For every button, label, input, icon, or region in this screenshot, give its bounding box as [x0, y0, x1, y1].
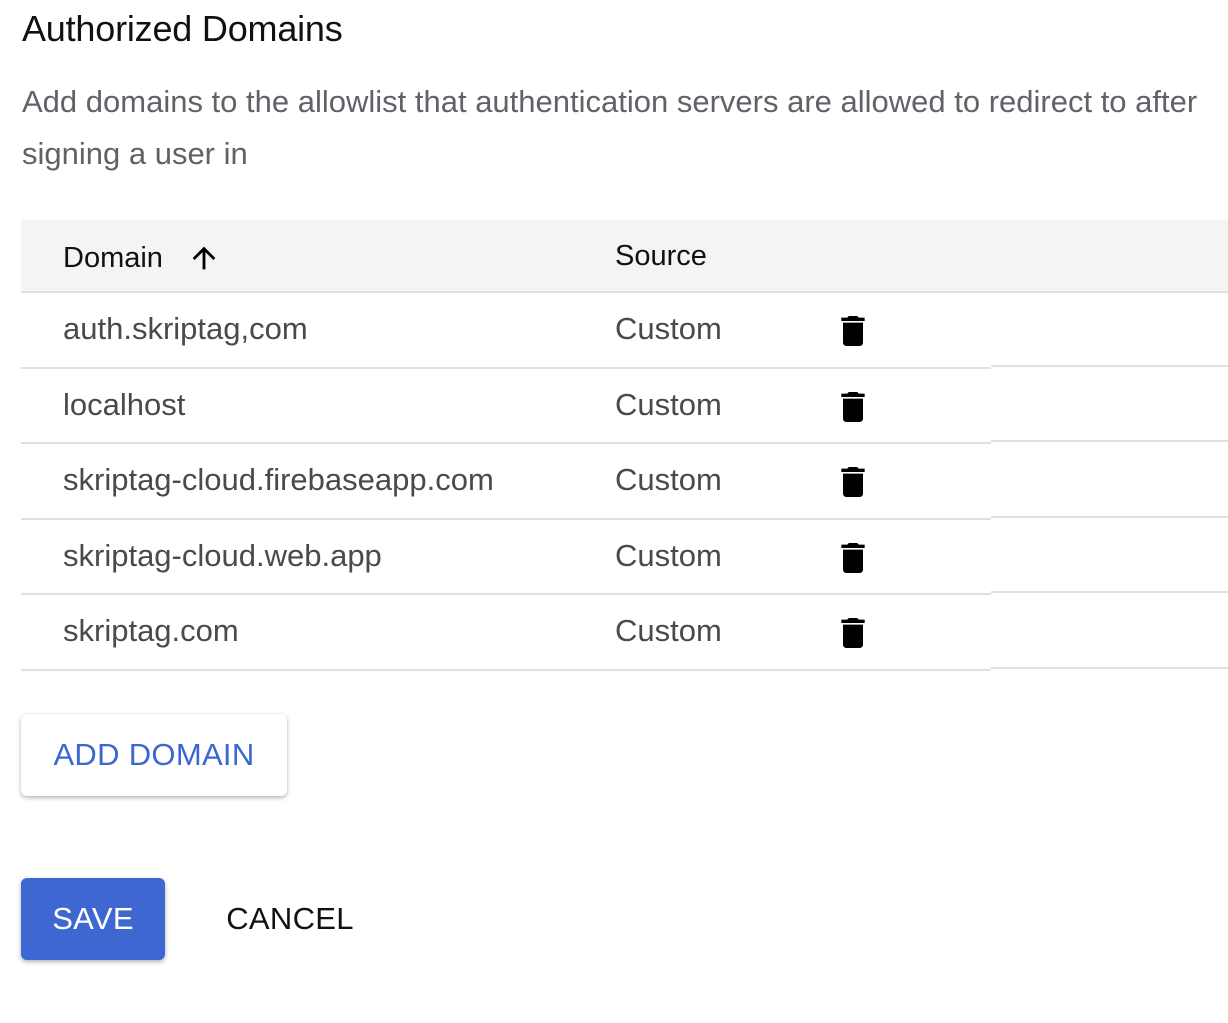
delete-domain-button[interactable] — [833, 311, 873, 351]
domain-cell: localhost — [63, 386, 186, 422]
column-header-source: Source — [615, 240, 707, 273]
source-cell: Custom — [615, 613, 722, 648]
delete-domain-button[interactable] — [833, 538, 873, 578]
delete-domain-button[interactable] — [833, 387, 873, 427]
domains-table: Domain Source auth.skriptag,com Custom l… — [21, 220, 1228, 671]
add-domain-button[interactable]: ADD DOMAIN — [21, 714, 287, 796]
trash-icon — [841, 542, 865, 573]
column-header-domain-label: Domain — [63, 241, 163, 274]
save-button[interactable]: SAVE — [21, 878, 165, 960]
domain-cell: skriptag-cloud.firebaseapp.com — [63, 462, 494, 497]
column-header-source-label: Source — [615, 240, 707, 272]
cancel-button[interactable]: CANCEL — [200, 878, 380, 960]
source-cell: Custom — [615, 386, 722, 422]
trash-icon — [841, 391, 865, 422]
table-row: localhost Custom — [21, 369, 1228, 444]
source-cell: Custom — [615, 311, 722, 346]
trash-icon — [841, 316, 865, 346]
section-description: Add domains to the allowlist that authen… — [22, 84, 1198, 171]
source-cell: Custom — [615, 462, 722, 497]
delete-domain-button[interactable] — [833, 613, 873, 653]
section-title: Authorized Domains — [22, 8, 343, 49]
trash-icon — [841, 467, 865, 497]
column-header-domain[interactable]: Domain — [63, 240, 221, 276]
domain-cell: auth.skriptag,com — [63, 311, 308, 346]
table-row: skriptag-cloud.web.app Custom — [21, 520, 1228, 595]
table-row: skriptag-cloud.firebaseapp.com Custom — [21, 444, 1228, 520]
table-row: auth.skriptag,com Custom — [21, 293, 1228, 369]
source-cell: Custom — [615, 537, 722, 573]
arrow-upward-icon[interactable] — [187, 240, 221, 276]
domain-cell: skriptag-cloud.web.app — [63, 537, 382, 573]
domain-cell: skriptag.com — [63, 613, 239, 648]
delete-domain-button[interactable] — [833, 462, 873, 502]
trash-icon — [841, 618, 865, 648]
table-row: skriptag.com Custom — [21, 595, 1228, 671]
table-header: Domain Source — [21, 220, 1228, 293]
